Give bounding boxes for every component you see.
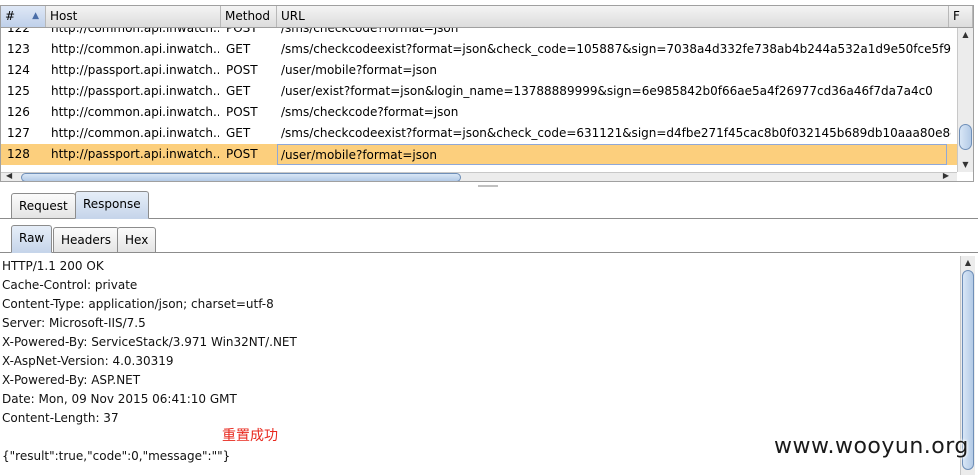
tab-response[interactable]: Response [75, 191, 149, 219]
column-header-method[interactable]: Method [221, 6, 277, 27]
tab-hex[interactable]: Hex [117, 227, 157, 253]
column-header-number-label: # [5, 9, 16, 23]
watermark: www.wooyun.org [774, 434, 969, 459]
response-line: X-Powered-By: ASP.NET [2, 373, 141, 387]
sort-ascending-icon: ▲ [32, 11, 39, 21]
response-line: Content-Length: 37 [2, 411, 119, 425]
response-line: Date: Mon, 09 Nov 2015 06:41:10 GMT [2, 392, 237, 406]
response-line: HTTP/1.1 200 OK [2, 259, 104, 273]
scroll-right-arrow-icon[interactable]: ▶ [943, 171, 949, 180]
cell-method: POST [226, 63, 258, 77]
response-line: X-AspNet-Version: 4.0.30319 [2, 354, 174, 368]
cell-host: http://passport.api.inwatch... [51, 84, 219, 98]
cell-host: http://passport.api.inwatch... [51, 147, 219, 161]
cell-url: /user/mobile?format=json [281, 63, 437, 77]
cell-number: 124 [7, 63, 30, 77]
tab-request[interactable]: Request [11, 193, 76, 219]
table-row[interactable]: 124 http://passport.api.inwatch... POST/us… [1, 60, 957, 81]
cell-method: GET [226, 42, 251, 56]
column-header-host[interactable]: Host [46, 6, 221, 27]
cell-host: http://common.api.inwatch... [51, 126, 219, 140]
cell-number: 128 [7, 147, 30, 161]
cell-url: /sms/checkcode?format=json [281, 28, 459, 35]
cell-url: /sms/checkcodeexist?format=json&check_co… [281, 42, 951, 56]
cell-number: 127 [7, 126, 30, 140]
column-header-url[interactable]: URL [277, 6, 949, 27]
cell-url: /user/mobile?format=json [277, 144, 947, 165]
response-line: Server: Microsoft-IIS/7.5 [2, 316, 146, 330]
cell-method: GET [226, 126, 251, 140]
scroll-up-arrow-icon[interactable]: ▲ [958, 28, 973, 42]
table-row[interactable]: 128 http://passport.api.inwatch... POST/us… [1, 144, 957, 165]
cell-number: 123 [7, 42, 30, 56]
response-line: X-Powered-By: ServiceStack/3.971 Win32NT… [2, 335, 297, 349]
tab-headers[interactable]: Headers [53, 227, 119, 253]
scroll-down-arrow-icon[interactable]: ▼ [958, 158, 973, 172]
horizontal-scroll-thumb[interactable] [21, 173, 461, 181]
table-header: # ▲ Host Method URL F [1, 6, 973, 28]
cell-host: http://common.api.inwatch... [51, 105, 219, 119]
message-tab-bar: Request Response [0, 190, 978, 219]
response-line: Cache-Control: private [2, 278, 138, 292]
table-vertical-scrollbar[interactable]: ▲ ▼ [957, 28, 973, 172]
scroll-up-arrow-icon[interactable]: ▲ [961, 258, 975, 267]
cell-method: POST [226, 28, 258, 35]
cell-number: 126 [7, 105, 30, 119]
view-tab-bar: Raw Headers Hex [0, 224, 978, 253]
cell-number: 125 [7, 84, 30, 98]
scroll-thumb[interactable] [959, 124, 972, 150]
scroll-left-arrow-icon[interactable]: ◀ [6, 171, 12, 180]
proxy-history-table: # ▲ Host Method URL F 122 http://common.a… [0, 5, 974, 182]
table-horizontal-scrollbar[interactable]: ◀ ▶ [1, 171, 957, 181]
table-body: 122 http://common.api.inwatch... POST/sms/… [1, 28, 957, 172]
column-header-number[interactable]: # ▲ [1, 6, 46, 27]
tab-raw[interactable]: Raw [11, 225, 53, 253]
cell-host: http://common.api.inwatch... [51, 42, 219, 56]
column-header-extra[interactable]: F [949, 6, 973, 27]
response-line: {"result":true,"code":0,"message":""} [2, 449, 231, 463]
pane-splitter[interactable] [0, 183, 978, 189]
cell-method: POST [226, 105, 258, 119]
cell-url: /user/exist?format=json&login_name=13788… [281, 84, 933, 98]
response-line: Content-Type: application/json; charset=… [2, 297, 274, 311]
reset-success-annotation: 重置成功 [222, 428, 278, 444]
cell-method: GET [226, 84, 251, 98]
table-row[interactable]: 127 http://common.api.inwatch... GET/sms/c… [1, 123, 957, 144]
cell-method: POST [226, 147, 258, 161]
splitter-grip-icon[interactable] [478, 185, 498, 187]
cell-url: /sms/checkcode?format=json [281, 105, 459, 119]
table-row[interactable]: 125 http://passport.api.inwatch... GET/use… [1, 81, 957, 102]
cell-host: http://passport.api.inwatch... [51, 63, 219, 77]
cell-host: http://common.api.inwatch... [51, 28, 219, 35]
cell-number: 122 [7, 28, 30, 35]
cell-url: /sms/checkcodeexist?format=json&check_co… [281, 126, 951, 140]
table-row[interactable]: 122 http://common.api.inwatch... POST/sms/… [1, 28, 957, 39]
table-row[interactable]: 123 http://common.api.inwatch... GET/sms/c… [1, 39, 957, 60]
table-row[interactable]: 126 http://common.api.inwatch... POST/sms/… [1, 102, 957, 123]
